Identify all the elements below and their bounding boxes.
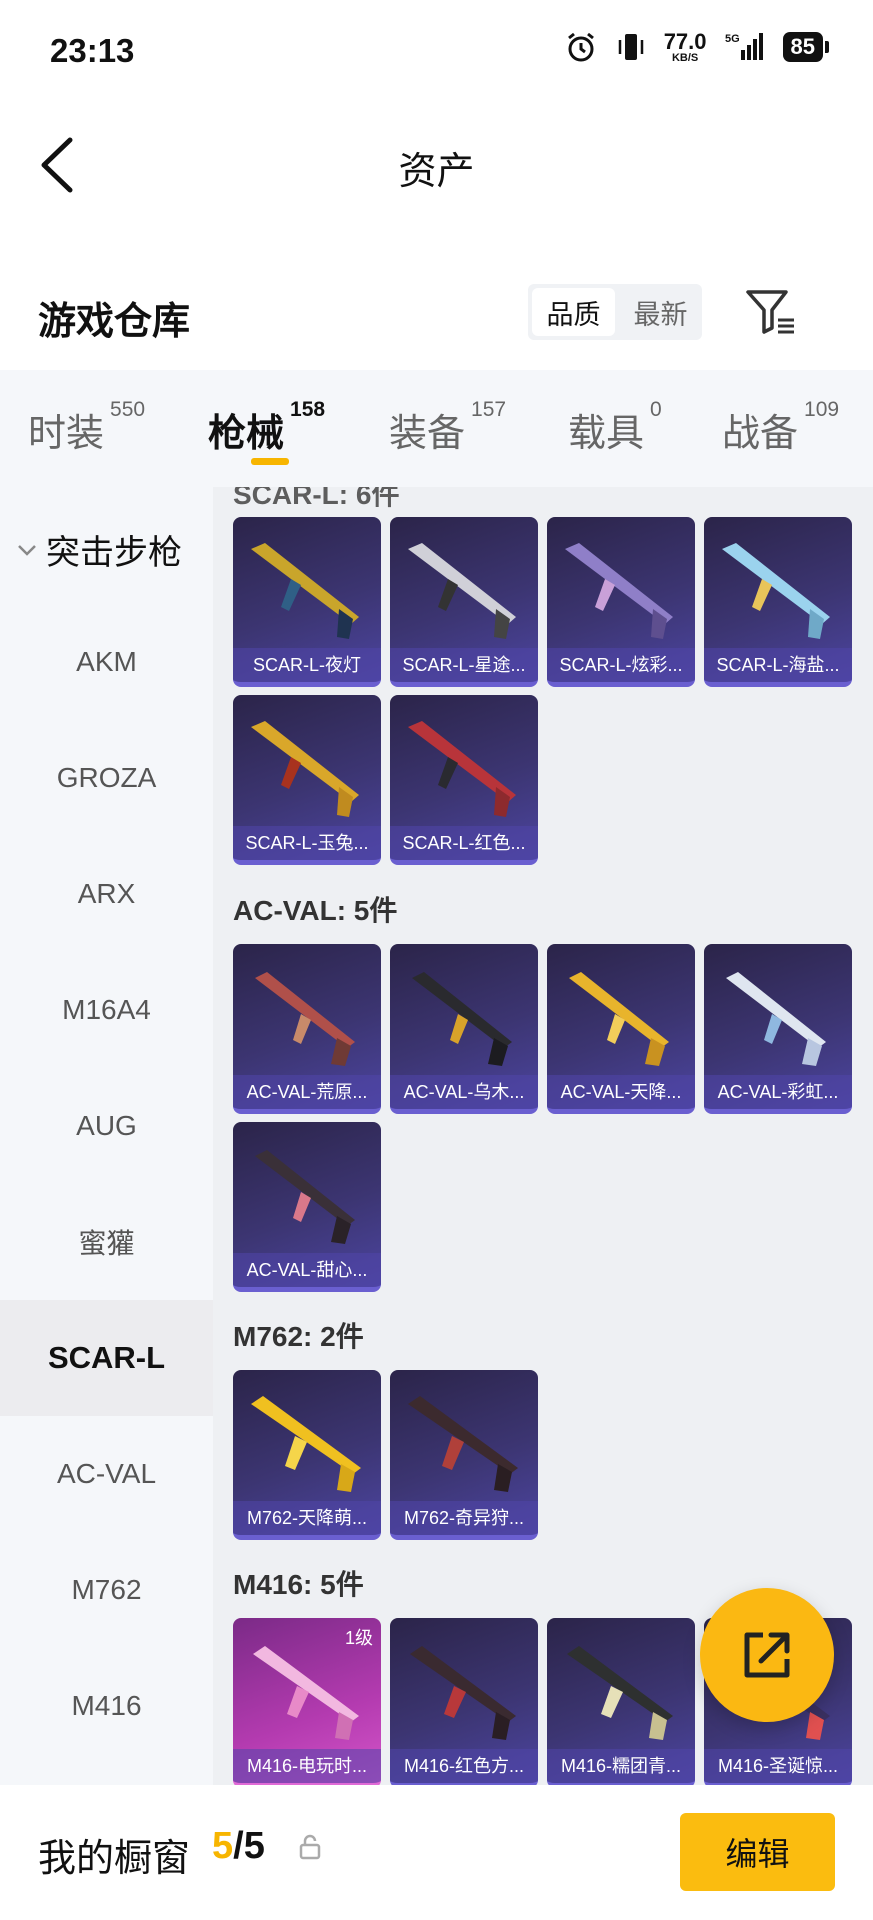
rifle-icon [726, 972, 826, 1066]
item-card[interactable]: AC-VAL-乌木... [390, 944, 538, 1114]
rifle-icon [408, 543, 516, 639]
item-card[interactable]: SCAR-L-红色... [390, 695, 538, 865]
item-card[interactable]: M416-红色方... [390, 1618, 538, 1785]
showcase-label: 我的橱窗 [38, 1838, 191, 1880]
category-tabs: 时装550 枪械158 装备157 载具0 战备109 [0, 370, 873, 487]
tab-firearms[interactable]: 枪械158 [208, 398, 325, 457]
sidebar-item-m762[interactable]: M762 [0, 1532, 213, 1648]
item-card[interactable]: 1级 M416-电玩时... [233, 1618, 381, 1785]
sort-quality-option[interactable]: 品质 [532, 288, 615, 336]
sidebar-category[interactable]: 突击步枪 [16, 525, 182, 574]
rifle-icon [565, 543, 673, 639]
sidebar-item-honey-badger[interactable]: 蜜獾 [0, 1184, 213, 1300]
sidebar-item-aug[interactable]: AUG [0, 1068, 213, 1184]
tab-equipment[interactable]: 装备157 [389, 398, 506, 457]
rifle-icon [251, 721, 359, 817]
chevron-down-icon [18, 544, 36, 556]
rifle-icon [567, 1646, 673, 1740]
item-card[interactable]: AC-VAL-彩虹... [704, 944, 852, 1114]
rifle-icon [408, 1396, 518, 1492]
status-icons: 77.0 KB/S 5G 85 [564, 28, 830, 64]
sort-latest-option[interactable]: 最新 [619, 284, 702, 340]
tab-vehicles[interactable]: 载具0 [568, 398, 662, 457]
alarm-icon [567, 32, 594, 62]
group-header-m416: M416: 5件 [233, 1569, 364, 1600]
item-card[interactable]: SCAR-L-夜灯 [233, 517, 381, 687]
sidebar-item-groza[interactable]: GROZA [0, 720, 213, 836]
showcase-bar: 我的橱窗 5/5 编辑 [0, 1785, 873, 1920]
item-card[interactable]: M416-糯团青... [547, 1618, 695, 1785]
sort-toggle: 品质 最新 [528, 284, 702, 340]
rifle-icon [408, 721, 516, 817]
battery-indicator: 85 [782, 32, 830, 62]
sidebar-item-m416[interactable]: M416 [0, 1648, 213, 1764]
sidebar-item-akm[interactable]: AKM [0, 604, 213, 720]
showcase-count: 5/5 [212, 1825, 265, 1867]
sidebar-item-arx[interactable]: ARX [0, 836, 213, 952]
sidebar-item-ac-val[interactable]: AC-VAL [0, 1416, 213, 1532]
item-card[interactable]: SCAR-L-玉兔... [233, 695, 381, 865]
app-header: 资产 [0, 100, 873, 230]
status-bar: 23:13 77.0 KB/S 5G 85 [0, 0, 873, 100]
rifle-icon [251, 543, 359, 639]
item-card[interactable]: AC-VAL-天降... [547, 944, 695, 1114]
sidebar-item-scar-l[interactable]: SCAR-L [0, 1300, 213, 1416]
rifle-icon [255, 972, 355, 1066]
rifle-icon [569, 972, 669, 1066]
item-card[interactable]: SCAR-L-炫彩... [547, 517, 695, 687]
status-time: 23:13 [50, 32, 135, 69]
weapon-sidebar: 突击步枪 AKM GROZA ARX M16A4 AUG 蜜獾 SCAR-L A… [0, 487, 213, 1785]
warehouse-title: 游戏仓库 [38, 301, 191, 343]
item-card[interactable]: M762-奇异狩... [390, 1370, 538, 1540]
tab-combat-gear[interactable]: 战备109 [722, 398, 839, 457]
group-header-scar-l: SCAR-L: 6件 [233, 487, 400, 510]
share-icon [744, 1632, 790, 1678]
signal-5g-icon: 5G [725, 33, 763, 60]
edit-button[interactable]: 编辑 [680, 1813, 835, 1891]
page-title: 资产 [398, 151, 475, 193]
rifle-icon [253, 1646, 359, 1740]
group-header-m762: M762: 2件 [233, 1321, 364, 1352]
lock-icon [299, 1834, 321, 1860]
item-card[interactable]: SCAR-L-星途... [390, 517, 538, 687]
svg-text:5G: 5G [725, 33, 740, 45]
sidebar-item-m16a4[interactable]: M16A4 [0, 952, 213, 1068]
filter-icon[interactable] [742, 284, 798, 340]
rifle-icon [412, 972, 512, 1066]
rifle-icon [251, 1396, 361, 1492]
active-tab-indicator [251, 458, 289, 465]
item-card[interactable]: M762-天降萌... [233, 1370, 381, 1540]
item-card[interactable]: AC-VAL-荒原... [233, 944, 381, 1114]
vibrate-icon [618, 34, 643, 60]
rifle-icon [255, 1150, 355, 1244]
rifle-icon [410, 1646, 516, 1740]
net-speed: 77.0 KB/S [663, 28, 707, 64]
item-card[interactable]: SCAR-L-海盐... [704, 517, 852, 687]
tab-outfit[interactable]: 时装550 [28, 398, 145, 457]
group-header-ac-val: AC-VAL: 5件 [233, 895, 398, 926]
rifle-icon [722, 543, 830, 639]
item-card[interactable]: AC-VAL-甜心... [233, 1122, 381, 1292]
share-button[interactable] [700, 1588, 834, 1722]
